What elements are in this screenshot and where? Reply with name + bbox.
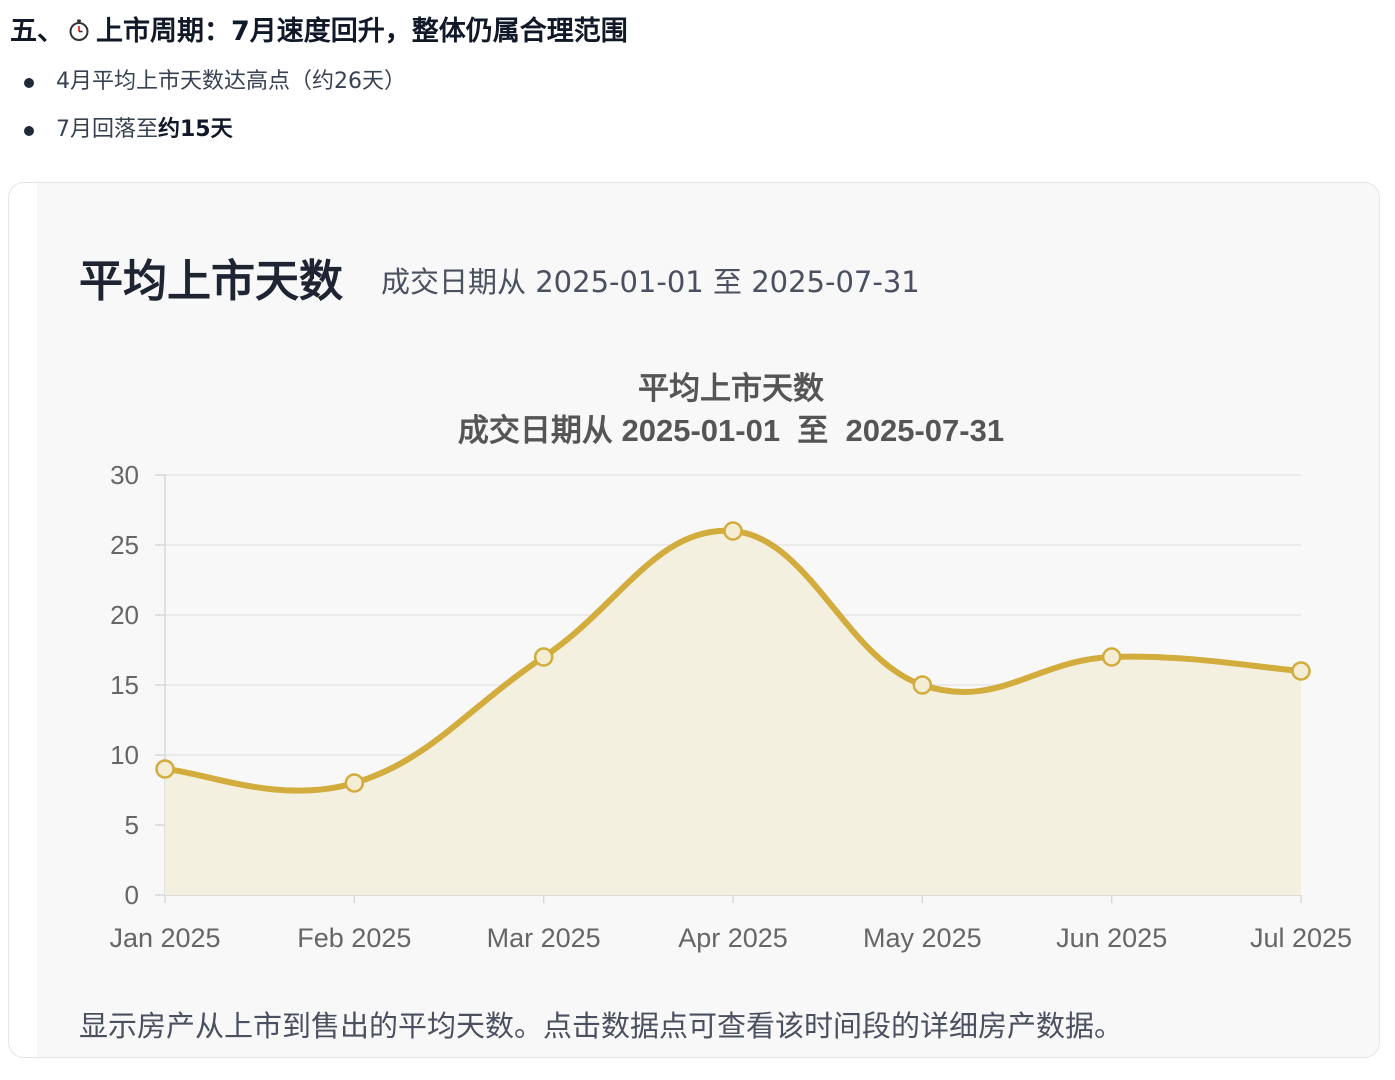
data-point[interactable] [155,759,175,779]
chart-card: 平均上市天数 成交日期从 2025-01-01 至 2025-07-31 平均上… [8,182,1380,1058]
bullet-text: 4月平均上市天数达高点（约26天） [56,69,406,94]
x-tick-label: May 2025 [863,923,982,953]
stopwatch-icon [68,17,90,41]
chart-description: 显示房产从上市到售出的平均天数。点击数据点可查看该时间段的详细房产数据。 [79,1009,1124,1043]
y-tick-label: 15 [110,670,139,700]
bullet-dot-icon [24,78,34,88]
bullet-item: 7月回落至约15天 [0,110,406,158]
bullet-item: 4月平均上市天数达高点（约26天） [0,62,406,110]
data-point[interactable] [533,647,554,667]
x-tick-label: Jul 2025 [1250,923,1352,953]
chart-title: 平均上市天数 [638,371,824,406]
data-point[interactable] [1291,661,1311,681]
data-point[interactable] [1101,647,1122,667]
series-area [165,530,1301,895]
y-tick-label: 20 [110,600,139,630]
section-number: 五、 [10,15,64,47]
data-point[interactable] [723,521,743,541]
bullet-dot-icon [24,126,34,136]
y-tick-label: 0 [125,880,139,910]
x-tick-label: Mar 2025 [487,923,601,953]
section-heading: 五、 上市周期：7月速度回升，整体仍属合理范围 [10,8,628,48]
bullet-text-bold: 约15天 [158,117,233,142]
chart-subtitle: 成交日期从 2025-01-01 至 2025-07-31 [458,413,1004,448]
x-tick-label: Feb 2025 [297,923,411,953]
summary-bullets: 4月平均上市天数达高点（约26天） 7月回落至约15天 [0,62,406,158]
y-tick-label: 25 [110,530,139,560]
y-tick-label: 5 [125,810,139,840]
x-axis-ticks: Jan 2025 Feb 2025 Mar 2025 Apr 2025 May 2025… [109,895,1352,953]
y-tick-label: 10 [110,740,139,770]
x-tick-label: Jan 2025 [109,923,220,953]
area-fill-layer [165,530,1301,895]
y-tick-label: 30 [110,460,139,490]
bullet-text: 7月回落至 [56,117,158,142]
data-point[interactable] [912,675,933,695]
section-title: 上市周期：7月速度回升，整体仍属合理范围 [96,15,628,47]
x-tick-label: Apr 2025 [678,923,788,953]
y-axis-ticks: 0 5 10 15 20 25 30 [110,460,139,910]
line-chart[interactable]: 平均上市天数 成交日期从 2025-01-01 至 2025-07-31 0 5 1… [9,183,1380,1058]
data-point[interactable] [344,773,365,793]
x-tick-label: Jun 2025 [1056,923,1167,953]
